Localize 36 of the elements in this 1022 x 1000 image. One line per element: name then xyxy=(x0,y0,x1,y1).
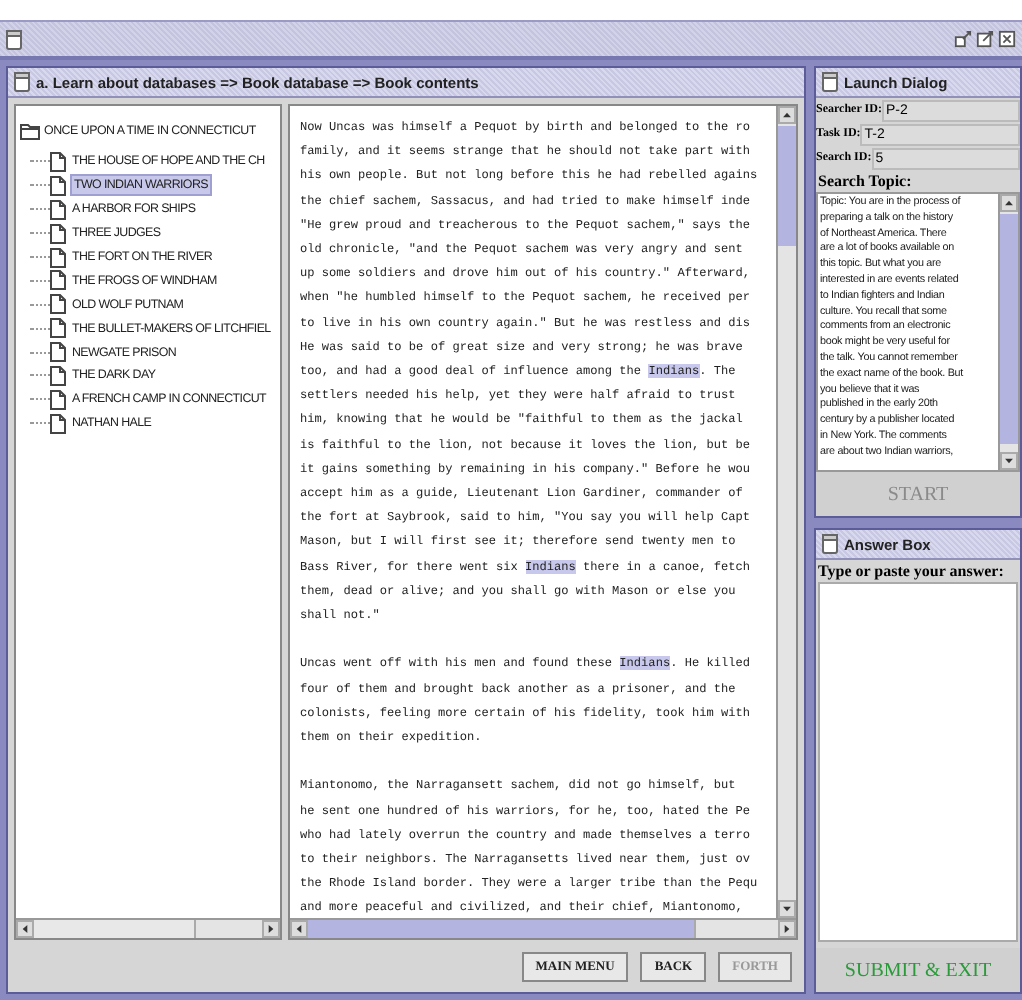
document-icon xyxy=(50,413,66,434)
maximize-icon[interactable] xyxy=(976,30,994,48)
horizontal-scrollbar[interactable] xyxy=(16,918,280,938)
scroll-left-icon[interactable] xyxy=(290,920,308,938)
window-icon xyxy=(822,72,838,92)
scroll-down-icon[interactable] xyxy=(1000,452,1018,470)
scroll-right-icon[interactable] xyxy=(262,920,280,938)
scroll-right-icon[interactable] xyxy=(778,920,796,938)
scrollbar-thumb[interactable] xyxy=(1000,214,1018,445)
vertical-scrollbar[interactable] xyxy=(776,106,796,918)
scroll-up-icon[interactable] xyxy=(1000,194,1018,212)
document-icon xyxy=(50,389,66,410)
folder-icon xyxy=(20,122,40,140)
window-icon xyxy=(822,534,838,554)
scroll-up-icon[interactable] xyxy=(778,106,796,124)
vertical-scrollbar[interactable] xyxy=(998,194,1018,470)
window-icon xyxy=(6,29,22,49)
scrollbar-thumb[interactable] xyxy=(34,920,196,938)
scrollbar-thumb[interactable] xyxy=(308,920,696,938)
document-icon xyxy=(50,270,66,291)
scroll-left-icon[interactable] xyxy=(16,920,34,938)
answer-label: Type or paste your answer: xyxy=(816,560,1006,582)
document-icon xyxy=(50,294,66,315)
scrollbar-thumb[interactable] xyxy=(778,126,796,246)
document-icon xyxy=(50,247,66,267)
horizontal-scrollbar[interactable] xyxy=(290,918,796,938)
scroll-down-icon[interactable] xyxy=(778,900,796,918)
document-icon xyxy=(50,199,66,220)
search-topic-label: Search Topic: xyxy=(816,170,914,192)
document-icon xyxy=(50,223,66,244)
close-icon[interactable] xyxy=(998,30,1016,48)
document-icon xyxy=(50,318,66,339)
document-icon xyxy=(50,151,66,172)
window-icon xyxy=(14,72,30,92)
document-icon xyxy=(50,175,66,196)
minimize-icon[interactable] xyxy=(954,30,972,48)
